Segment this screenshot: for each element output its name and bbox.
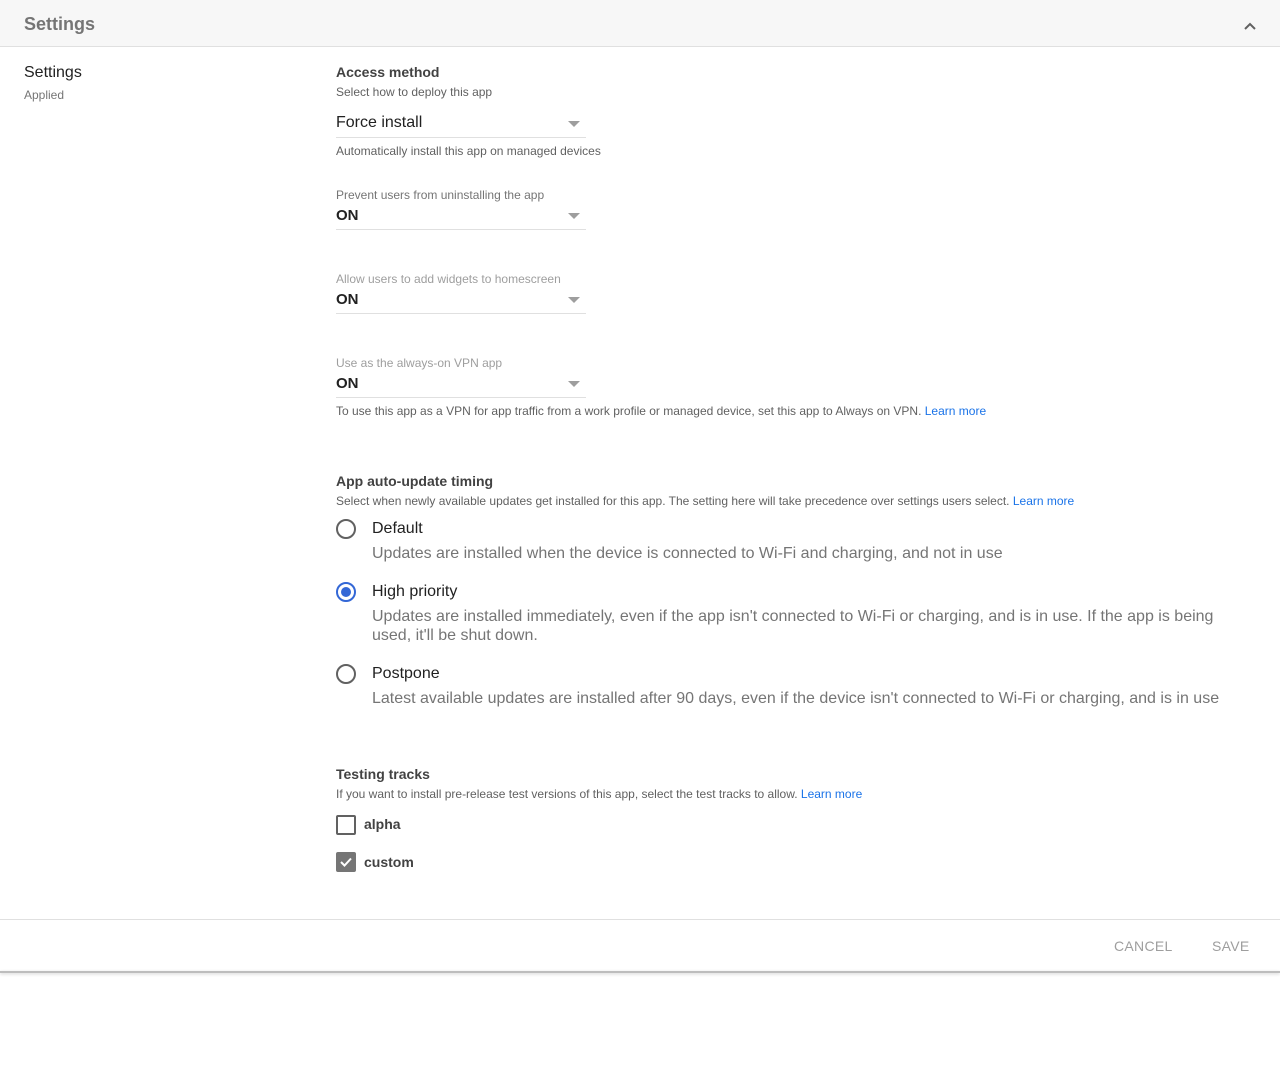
widgets-label: Allow users to add widgets to homescreen (336, 272, 561, 286)
testing-tracks-learn-more-link[interactable]: Learn more (801, 787, 862, 801)
vpn-learn-more-link[interactable]: Learn more (925, 404, 986, 418)
dropdown-arrow-icon (568, 213, 580, 219)
radio-default[interactable] (336, 519, 356, 539)
panel-bottom-edge (0, 971, 1280, 973)
prevent-uninstall-value: ON (336, 207, 359, 224)
panel-title: Settings (24, 14, 96, 34)
vpn-label: Use as the always-on VPN app (336, 356, 503, 370)
radio-high-priority-label[interactable]: High priority (372, 583, 457, 601)
vpn-select[interactable]: ON (336, 375, 586, 398)
access-method-value: Force install (336, 114, 423, 131)
vpn-helper-text: To use this app as a VPN for app traffic… (336, 404, 922, 418)
radio-high-priority[interactable] (336, 582, 356, 602)
prevent-uninstall-label: Prevent users from uninstalling the app (336, 188, 545, 202)
testing-tracks-description: If you want to install pre-release test … (336, 787, 862, 801)
radio-default-description: Updates are installed when the device is… (372, 545, 1003, 562)
checkbox-custom[interactable] (336, 852, 356, 872)
sidebar-status: Applied (24, 88, 65, 102)
widgets-value: ON (336, 291, 359, 308)
access-method-helper: Automatically install this app on manage… (336, 144, 601, 158)
cancel-button[interactable]: CANCEL (1114, 938, 1173, 954)
checkbox-custom-label[interactable]: custom (364, 854, 414, 870)
testing-tracks-description-text: If you want to install pre-release test … (336, 787, 798, 801)
settings-panel-header: Settings (0, 0, 1280, 47)
widgets-select[interactable]: ON (336, 291, 586, 314)
sidebar-title: Settings (24, 64, 82, 81)
access-method-title: Access method (336, 64, 440, 80)
testing-tracks-title: Testing tracks (336, 766, 430, 782)
checkmark-icon (340, 857, 352, 867)
dropdown-arrow-icon (568, 297, 580, 303)
radio-postpone[interactable] (336, 664, 356, 684)
auto-update-title: App auto-update timing (336, 473, 494, 489)
radio-default-label[interactable]: Default (372, 520, 423, 538)
dropdown-arrow-icon (568, 381, 580, 387)
prevent-uninstall-select[interactable]: ON (336, 207, 586, 230)
radio-postpone-description: Latest available updates are installed a… (372, 690, 1220, 707)
auto-update-description: Select when newly available updates get … (336, 494, 1074, 508)
vpn-value: ON (336, 375, 359, 392)
chevron-up-icon (1244, 22, 1256, 30)
dropdown-arrow-icon (568, 121, 580, 127)
access-method-select[interactable]: Force install (336, 114, 586, 138)
save-button[interactable]: SAVE (1212, 938, 1250, 954)
auto-update-description-text: Select when newly available updates get … (336, 494, 1010, 508)
access-method-description: Select how to deploy this app (336, 85, 493, 99)
vpn-helper: To use this app as a VPN for app traffic… (336, 404, 986, 418)
auto-update-learn-more-link[interactable]: Learn more (1013, 494, 1074, 508)
checkbox-alpha-label[interactable]: alpha (364, 816, 401, 832)
footer-divider (0, 919, 1280, 920)
radio-high-priority-description: Updates are installed immediately, even … (372, 608, 1214, 644)
radio-postpone-label[interactable]: Postpone (372, 665, 440, 683)
collapse-button[interactable] (1238, 14, 1262, 38)
checkbox-alpha[interactable] (336, 815, 356, 835)
